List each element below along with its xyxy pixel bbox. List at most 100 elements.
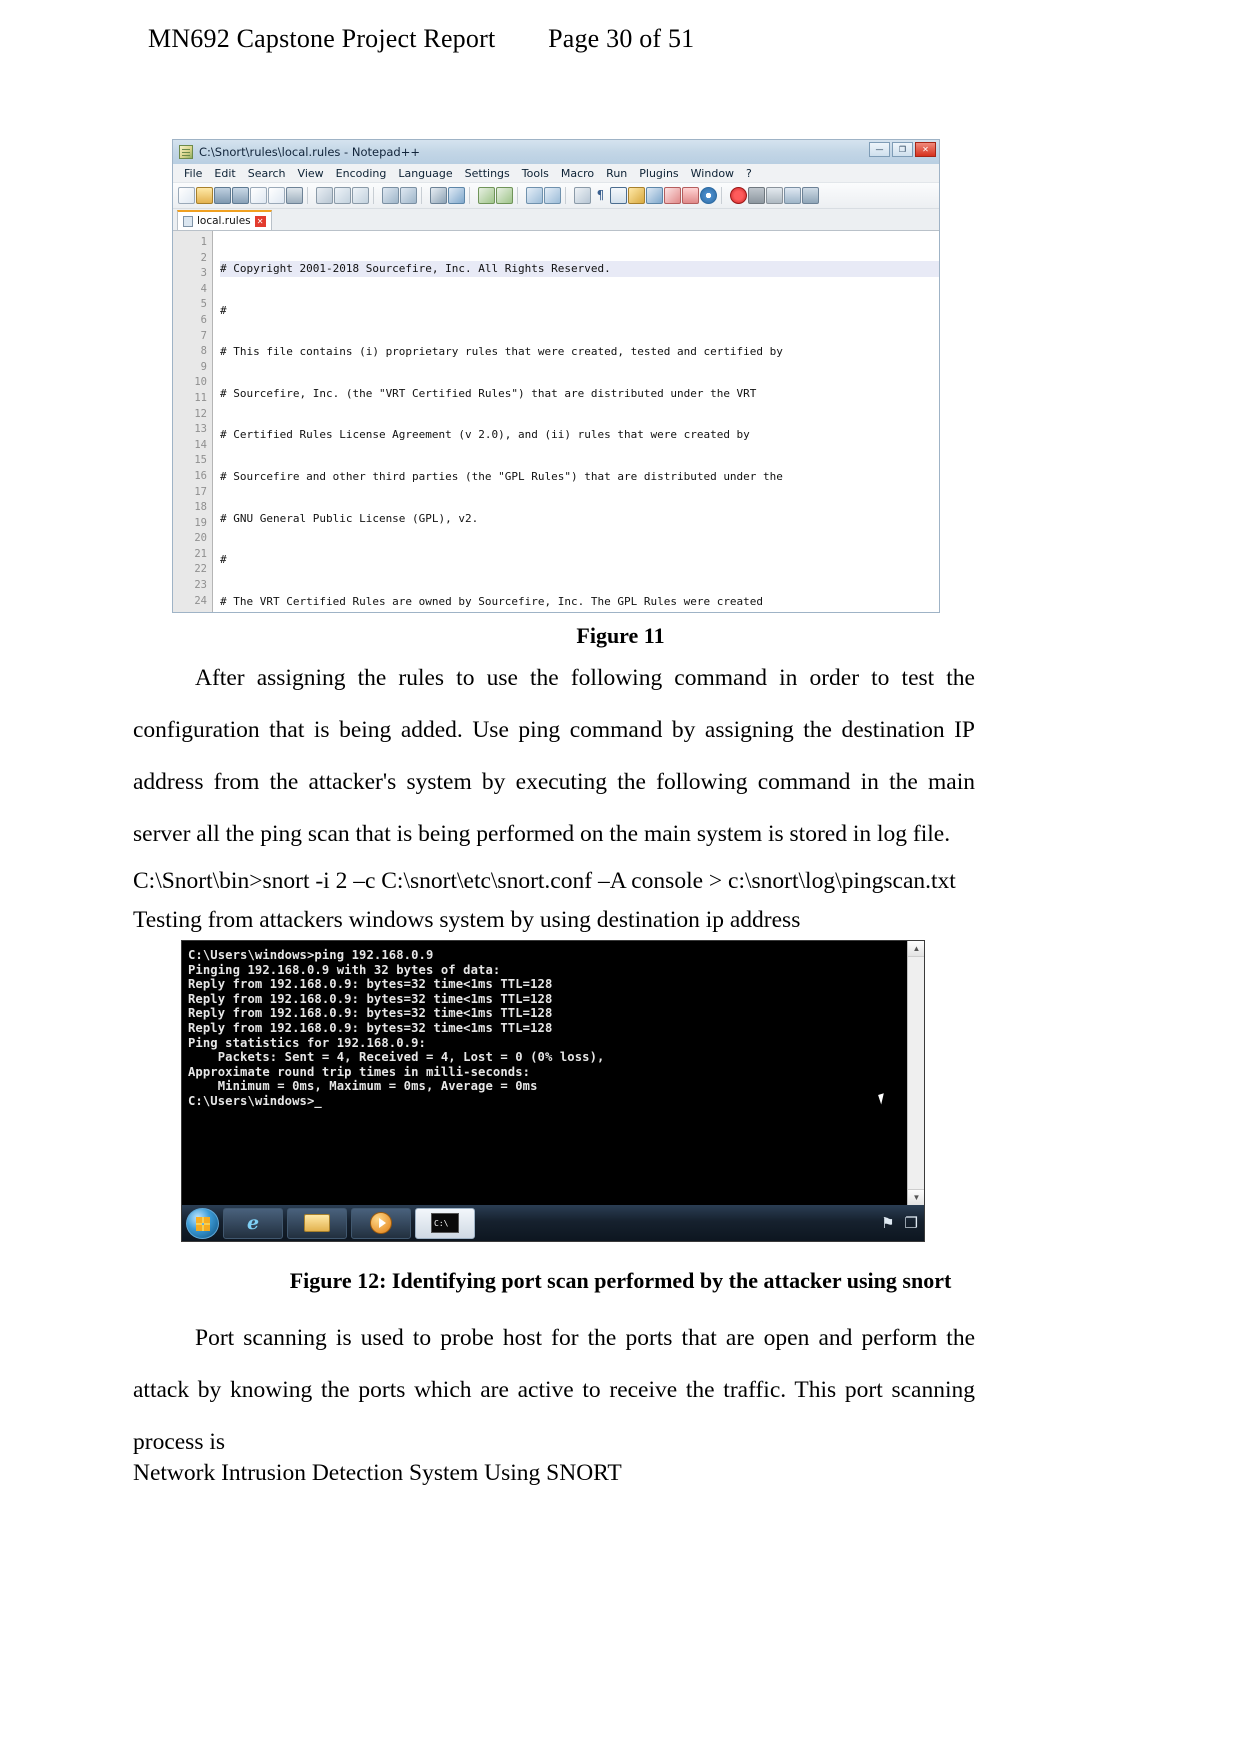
line-number: 2 xyxy=(200,251,207,264)
zoom-in-icon[interactable] xyxy=(478,187,495,204)
open-file-icon[interactable] xyxy=(196,187,213,204)
line-number: 12 xyxy=(194,407,207,420)
page-number: Page 30 of 51 xyxy=(548,24,695,53)
editor-tab-local-rules[interactable]: local.rules ✕ xyxy=(177,210,272,230)
toolbar-separator-4 xyxy=(469,187,474,204)
command-prompt-scrollbar[interactable]: ▲ ▼ xyxy=(907,941,924,1205)
command-prompt-window: C:\Users\windows>ping 192.168.0.9 Pinging… xyxy=(181,940,925,1242)
close-file-icon[interactable] xyxy=(250,187,267,204)
report-title: MN692 Capstone Project Report xyxy=(148,24,496,53)
sync-horizontal-icon[interactable] xyxy=(544,187,561,204)
code-line: # Copyright 2001-2018 Sourcefire, Inc. A… xyxy=(220,261,939,277)
user-defined-dialog-icon[interactable] xyxy=(628,187,645,204)
toolbar-separator-2 xyxy=(373,187,378,204)
save-all-icon[interactable] xyxy=(232,187,249,204)
zoom-out-icon[interactable] xyxy=(496,187,513,204)
sync-vertical-icon[interactable] xyxy=(526,187,543,204)
document-icon xyxy=(183,215,193,227)
menu-item-view[interactable]: View xyxy=(292,167,330,180)
notepadpp-menubar: File Edit Search View Encoding Language … xyxy=(173,164,939,183)
monitoring-icon[interactable] xyxy=(700,187,717,204)
code-area[interactable]: # Copyright 2001-2018 Sourcefire, Inc. A… xyxy=(213,231,939,612)
paste-icon[interactable] xyxy=(352,187,369,204)
new-file-icon[interactable] xyxy=(178,187,195,204)
cut-icon[interactable] xyxy=(316,187,333,204)
command-prompt-output[interactable]: C:\Users\windows>ping 192.168.0.9 Pinging… xyxy=(182,941,907,1205)
page-footer: Network Intrusion Detection System Using… xyxy=(133,1460,622,1486)
taskbar-command-prompt[interactable]: C:\ xyxy=(415,1207,475,1239)
cmd-line: Packets: Sent = 4, Received = 4, Lost = … xyxy=(188,1050,605,1065)
cmd-line: Reply from 192.168.0.9: bytes=32 time<1m… xyxy=(188,1020,553,1035)
function-list-icon[interactable] xyxy=(664,187,681,204)
document-map-icon[interactable] xyxy=(646,187,663,204)
menu-item-language[interactable]: Language xyxy=(392,167,458,180)
maximize-button[interactable]: ❐ xyxy=(892,142,913,157)
stop-macro-icon[interactable] xyxy=(748,187,765,204)
find-icon[interactable] xyxy=(430,187,447,204)
save-icon[interactable] xyxy=(214,187,231,204)
folder-workspace-icon[interactable] xyxy=(682,187,699,204)
line-number: 5 xyxy=(200,298,207,311)
code-line: # xyxy=(220,303,227,317)
cmd-line: Minimum = 0ms, Maximum = 0ms, Average = … xyxy=(188,1079,538,1094)
code-line: # Sourcefire, Inc. (the "VRT Certified R… xyxy=(220,386,757,400)
taskbar-internet-explorer[interactable]: e xyxy=(223,1207,283,1239)
line-number: 17 xyxy=(194,485,207,498)
windows-taskbar: e C:\ ⚑ ❐ xyxy=(182,1205,924,1241)
taskbar-file-explorer[interactable] xyxy=(287,1207,347,1239)
menu-item-macro[interactable]: Macro xyxy=(555,167,600,180)
run-macro-multiple-icon[interactable] xyxy=(784,187,801,204)
figure-12-caption: Figure 12: Identifying port scan perform… xyxy=(289,1268,952,1293)
undo-icon[interactable] xyxy=(382,187,399,204)
menu-item-search[interactable]: Search xyxy=(242,167,292,180)
scroll-up-arrow-icon[interactable]: ▲ xyxy=(908,941,924,957)
menu-item-file[interactable]: File xyxy=(178,167,208,180)
line-number: 21 xyxy=(194,547,207,560)
testing-description-line: Testing from attackers windows system by… xyxy=(133,907,801,933)
taskbar-media-player[interactable] xyxy=(351,1207,411,1239)
start-orb-icon[interactable] xyxy=(186,1207,219,1239)
flag-icon[interactable]: ⚑ xyxy=(881,1214,894,1233)
code-line: # Certified Rules License Agreement (v 2… xyxy=(220,428,750,442)
command-prompt-icon: C:\ xyxy=(431,1213,459,1233)
line-number: 6 xyxy=(200,313,207,326)
menu-item-settings[interactable]: Settings xyxy=(459,167,516,180)
line-number: 7 xyxy=(200,329,207,342)
action-center-icon[interactable]: ❐ xyxy=(905,1214,918,1233)
close-button[interactable]: ✕ xyxy=(915,142,936,157)
toolbar-separator-7 xyxy=(721,187,726,204)
code-line: # The VRT Certified Rules are owned by S… xyxy=(220,594,764,608)
indent-guide-icon[interactable] xyxy=(610,187,627,204)
line-number: 8 xyxy=(200,345,207,358)
save-macro-icon[interactable] xyxy=(802,187,819,204)
word-wrap-icon[interactable] xyxy=(574,187,591,204)
editor-tab-label: local.rules xyxy=(197,215,251,227)
menu-item-plugins[interactable]: Plugins xyxy=(633,167,684,180)
menu-item-tools[interactable]: Tools xyxy=(516,167,555,180)
cmd-line: Reply from 192.168.0.9: bytes=32 time<1m… xyxy=(188,977,553,992)
toolbar-separator-6 xyxy=(565,187,570,204)
scroll-down-arrow-icon[interactable]: ▼ xyxy=(908,1189,924,1205)
menu-item-edit[interactable]: Edit xyxy=(208,167,241,180)
cmd-line: Pinging 192.168.0.9 with 32 bytes of dat… xyxy=(188,962,501,977)
tab-close-icon[interactable]: ✕ xyxy=(254,215,266,227)
minimize-button[interactable]: — xyxy=(869,142,890,157)
media-player-icon xyxy=(370,1212,392,1234)
close-all-icon[interactable] xyxy=(268,187,285,204)
line-number: 24 xyxy=(194,594,207,607)
notepadpp-editor[interactable]: 1 2 3 4 5 6 7 8 9 10 11 12 13 14 15 16 1… xyxy=(173,231,939,612)
all-chars-icon[interactable]: ¶ xyxy=(592,187,609,204)
code-line: # Sourcefire and other third parties (th… xyxy=(220,469,783,483)
notepadpp-titlebar[interactable]: C:\Snort\rules\local.rules - Notepad++ —… xyxy=(173,140,939,164)
redo-icon[interactable] xyxy=(400,187,417,204)
menu-item-help[interactable]: ? xyxy=(740,167,758,180)
menu-item-encoding[interactable]: Encoding xyxy=(330,167,393,180)
menu-item-run[interactable]: Run xyxy=(600,167,633,180)
replace-icon[interactable] xyxy=(448,187,465,204)
print-icon[interactable] xyxy=(286,187,303,204)
record-macro-icon[interactable] xyxy=(730,187,747,204)
menu-item-window[interactable]: Window xyxy=(685,167,740,180)
playback-macro-icon[interactable] xyxy=(766,187,783,204)
folder-icon xyxy=(304,1214,330,1232)
copy-icon[interactable] xyxy=(334,187,351,204)
